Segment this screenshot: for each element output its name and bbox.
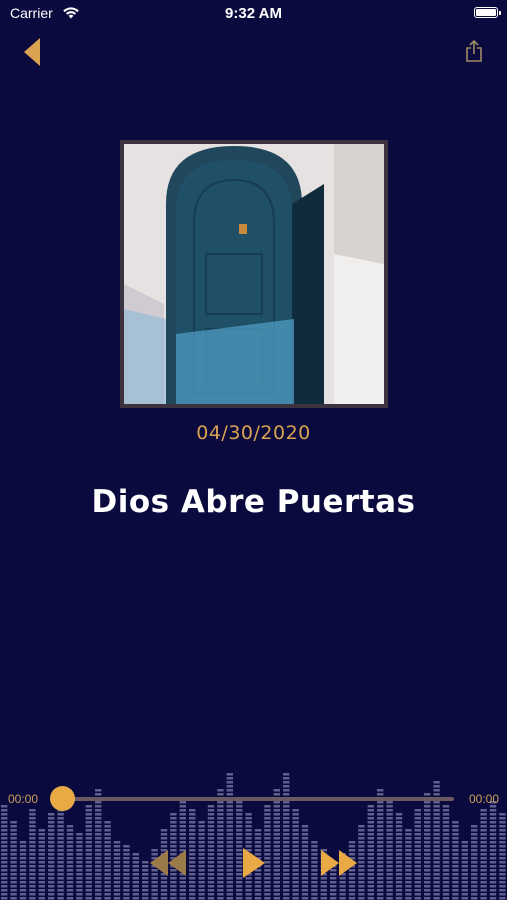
fast-forward-icon[interactable] bbox=[319, 850, 359, 876]
episode-title: Dios Abre Puertas bbox=[91, 484, 416, 520]
equalizer-visualizer bbox=[1, 773, 506, 900]
door-artwork-image bbox=[124, 144, 384, 404]
progress-thumb[interactable] bbox=[50, 786, 76, 811]
share-icon[interactable] bbox=[465, 40, 483, 62]
episode-artwork bbox=[120, 140, 388, 408]
total-duration: 00:00 bbox=[468, 792, 499, 806]
battery-icon bbox=[474, 7, 501, 18]
play-icon[interactable] bbox=[241, 848, 267, 878]
back-triangle-icon[interactable] bbox=[22, 38, 42, 66]
rewind-icon[interactable] bbox=[148, 850, 188, 876]
episode-date: 04/30/2020 bbox=[196, 422, 311, 444]
progress-track[interactable] bbox=[50, 797, 454, 801]
elapsed-time: 00:00 bbox=[8, 792, 39, 806]
clock: 9:32 AM bbox=[225, 5, 282, 22]
status-bar: Carrier 9:32 AM bbox=[0, 0, 507, 28]
